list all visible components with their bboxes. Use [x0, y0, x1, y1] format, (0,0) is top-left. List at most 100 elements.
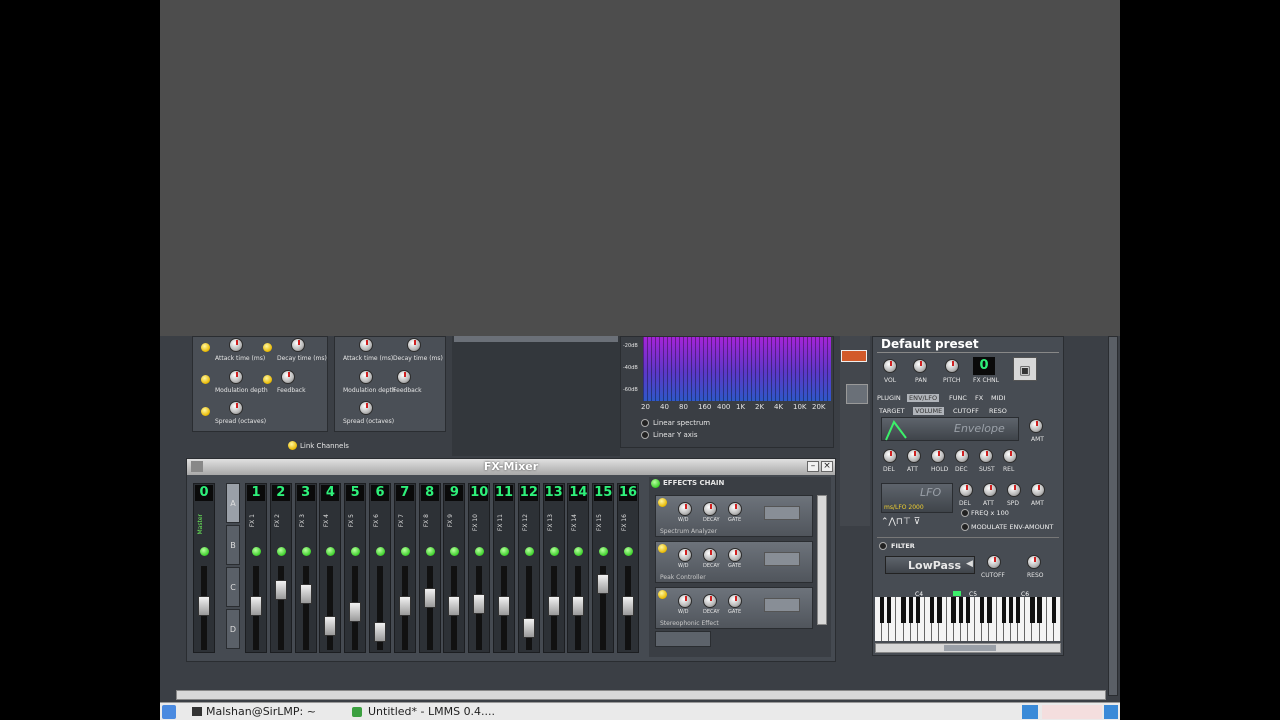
mute-led[interactable]	[524, 547, 534, 556]
piano-black-key[interactable]	[887, 597, 892, 623]
lfo-knob[interactable]	[1031, 483, 1045, 497]
master-channel[interactable]: 0 Master	[193, 483, 215, 653]
led-indicator[interactable]	[263, 343, 272, 352]
fader-handle[interactable]	[423, 588, 436, 608]
effect-knob[interactable]	[678, 594, 692, 608]
led-indicator[interactable]	[201, 343, 210, 352]
filter-enable-radio[interactable]	[879, 542, 887, 550]
effect-knob[interactable]	[703, 594, 717, 608]
piano-black-key[interactable]	[1037, 597, 1042, 623]
tab-midi[interactable]: MIDI	[991, 394, 1005, 402]
modulation-depth-knob[interactable]	[229, 370, 243, 384]
fx-channel-10[interactable]: 10 FX 10	[468, 483, 491, 653]
piano-black-key[interactable]	[1051, 597, 1057, 623]
fader-handle[interactable]	[324, 616, 337, 636]
bank-a-button[interactable]: A	[226, 483, 240, 523]
lfo-knob[interactable]	[959, 483, 973, 497]
mute-led[interactable]	[574, 547, 584, 556]
fader-handle[interactable]	[547, 596, 560, 616]
spread-knob[interactable]	[359, 401, 373, 415]
linear-spectrum-radio[interactable]	[641, 419, 649, 427]
effect-controls-button[interactable]	[764, 506, 800, 520]
mute-led[interactable]	[326, 547, 336, 556]
side-tab[interactable]	[846, 384, 868, 404]
vertical-scrollbar[interactable]	[1108, 336, 1118, 696]
piano-black-key[interactable]	[980, 597, 985, 623]
piano-black-key[interactable]	[1015, 597, 1021, 623]
lfo-wave-buttons[interactable]: ⌃⋀⊓⊤ ⊽	[881, 517, 937, 527]
target-reso[interactable]: RESO	[989, 407, 1007, 415]
piano-keyboard[interactable]	[875, 597, 1061, 641]
fx-channel-2[interactable]: 2 FX 2	[269, 483, 292, 653]
mute-led[interactable]	[599, 547, 609, 556]
fx-channel-3[interactable]: 3 FX 3	[294, 483, 317, 653]
lfo-knob[interactable]	[983, 483, 997, 497]
fader-handle[interactable]	[250, 596, 262, 616]
effect-enable-led[interactable]	[658, 590, 667, 599]
piano-black-key[interactable]	[915, 597, 921, 623]
piano-black-key[interactable]	[908, 597, 913, 623]
mute-led[interactable]	[351, 547, 361, 556]
fader-handle[interactable]	[572, 596, 585, 616]
effect-slot[interactable]: W/D DECAY GATE Spectrum Analyzer	[655, 495, 813, 537]
effect-knob[interactable]	[728, 594, 742, 608]
effect-knob[interactable]	[703, 548, 717, 562]
mute-led[interactable]	[200, 547, 209, 556]
fx-channel-15[interactable]: 15 FX 15	[592, 483, 615, 653]
mute-led[interactable]	[252, 547, 261, 556]
attack-knob[interactable]	[359, 338, 373, 352]
fx-channel-5[interactable]: 5 FX 5	[344, 483, 367, 653]
effect-controls-button[interactable]	[764, 598, 800, 612]
piano-black-key[interactable]	[965, 597, 971, 623]
decay-knob[interactable]	[407, 338, 421, 352]
pan-knob[interactable]	[913, 359, 927, 373]
led-indicator[interactable]	[201, 375, 210, 384]
fader-handle[interactable]	[522, 618, 535, 638]
fx-channel-9[interactable]: 9 FX 9	[443, 483, 466, 653]
env-amount-knob[interactable]	[1029, 419, 1043, 433]
mute-led[interactable]	[500, 547, 509, 556]
piano-black-key[interactable]	[1001, 597, 1006, 623]
cutoff-knob[interactable]	[987, 555, 1001, 569]
show-desktop-icon[interactable]	[1104, 705, 1118, 719]
feedback-knob[interactable]	[397, 370, 411, 384]
feedback-knob[interactable]	[281, 370, 295, 384]
fx-mixer-titlebar[interactable]: FX-Mixer – ×	[187, 459, 835, 475]
fader-handle[interactable]	[274, 580, 287, 600]
fader-handle[interactable]	[473, 594, 486, 614]
fx-channel-display[interactable]: 0	[973, 357, 995, 375]
mute-led[interactable]	[301, 547, 311, 556]
fader-handle[interactable]	[349, 602, 362, 622]
envelope-knob[interactable]	[883, 449, 897, 463]
instrument-track-icon[interactable]	[841, 350, 867, 362]
effect-slot[interactable]: W/D DECAY GATE Stereophonic Effect	[655, 587, 813, 629]
piano-scrollbar[interactable]	[875, 643, 1061, 653]
fx-channel-12[interactable]: 12 FX 12	[517, 483, 540, 653]
mute-led[interactable]	[475, 547, 485, 556]
taskbar-item-lmms[interactable]: Untitled* - LMMS 0.4....	[368, 705, 495, 719]
effect-slot[interactable]: W/D DECAY GATE Peak Controller	[655, 541, 813, 583]
bank-d-button[interactable]: D	[226, 609, 240, 649]
fx-channel-7[interactable]: 7 FX 7	[393, 483, 416, 653]
effect-knob[interactable]	[728, 548, 742, 562]
link-channels-led[interactable]	[288, 441, 297, 450]
fader-handle[interactable]	[374, 622, 386, 642]
effect-knob[interactable]	[703, 502, 717, 516]
mute-led[interactable]	[425, 547, 435, 556]
fader-handle[interactable]	[622, 596, 634, 616]
fader-handle[interactable]	[198, 596, 210, 616]
fx-channel-6[interactable]: 6 FX 6	[369, 483, 391, 653]
lfo-knob[interactable]	[1007, 483, 1021, 497]
save-preset-button[interactable]: ▣	[1013, 357, 1037, 381]
fx-channel-13[interactable]: 13 FX 13	[542, 483, 565, 653]
piano-scroll-handle[interactable]	[944, 645, 996, 651]
filter-type-select[interactable]: LowPass ◀	[885, 556, 975, 574]
fx-channel-1[interactable]: 1 FX 1	[245, 483, 267, 653]
fx-channel-16[interactable]: 16 FX 16	[617, 483, 639, 653]
horizontal-scrollbar[interactable]	[454, 336, 618, 342]
target-cutoff[interactable]: CUTOFF	[953, 407, 979, 415]
mute-led[interactable]	[376, 547, 385, 556]
envelope-knob[interactable]	[955, 449, 969, 463]
mute-led[interactable]	[400, 547, 410, 556]
pitch-knob[interactable]	[945, 359, 959, 373]
